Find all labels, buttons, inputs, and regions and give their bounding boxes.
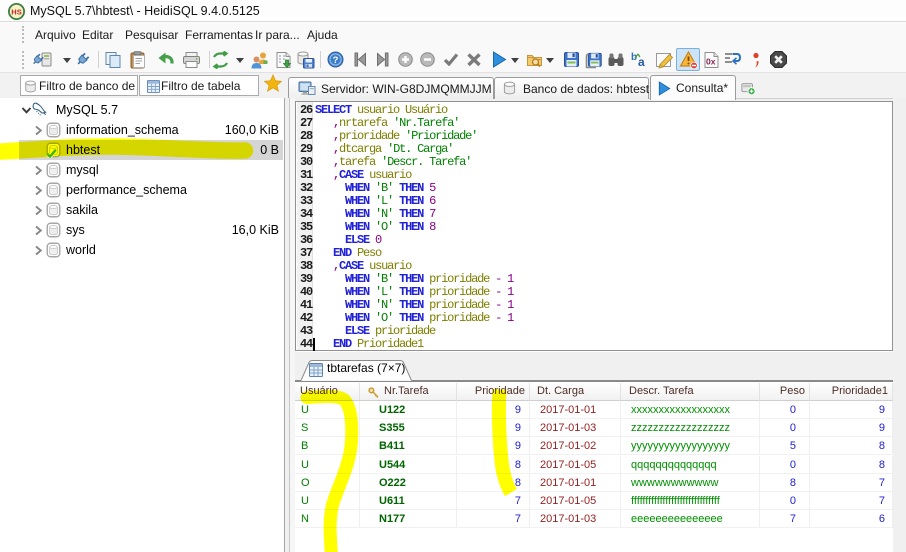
svg-text:HS: HS xyxy=(11,8,21,17)
svg-text:a: a xyxy=(638,55,645,68)
svg-text:0x: 0x xyxy=(706,57,716,67)
svg-text:?: ? xyxy=(333,55,339,66)
svg-text:b: b xyxy=(631,52,637,63)
